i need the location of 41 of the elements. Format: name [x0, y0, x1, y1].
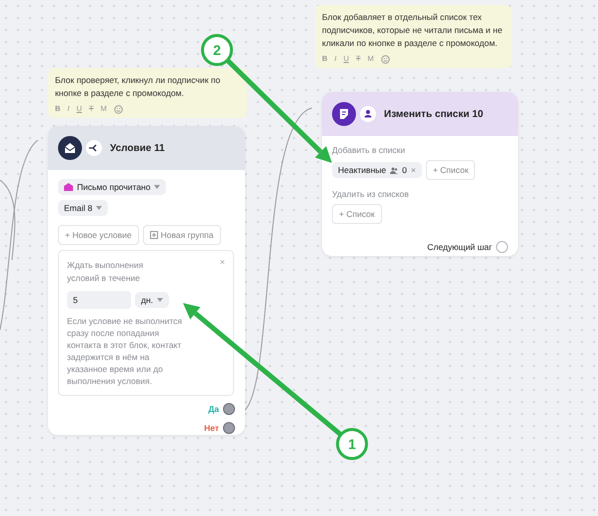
unit-dropdown[interactable]: дн.: [135, 292, 170, 308]
wait-hint: Если условие не выполнится сразу после попадания контакта в этот блок, контакт задержится в нём на указанное время или до выполнения условия.: [67, 315, 183, 387]
caret-icon: [157, 298, 164, 302]
new-group-button[interactable]: Новая группа: [142, 225, 221, 245]
node-title: Изменить списки 10: [384, 108, 484, 120]
document-icon: [332, 102, 356, 126]
condition-node[interactable]: [48, 126, 245, 435]
note-text: Блок добавляет в отдельный список тех подписчиков, которые не читали письма и не кликали по кнопке в разделе с промокодом.: [322, 11, 504, 50]
person-icon: [360, 106, 376, 122]
next-step-label: Следующий шаг: [427, 242, 492, 252]
caret-icon: [154, 185, 160, 189]
envelope-icon: [64, 183, 73, 191]
output-port[interactable]: [223, 422, 235, 434]
new-condition-button[interactable]: + Новое условие: [58, 225, 139, 245]
output-label: Да: [208, 404, 219, 414]
remove-icon[interactable]: ×: [410, 165, 416, 175]
add-list-button[interactable]: + Список: [426, 160, 476, 180]
envelope-icon: [58, 136, 82, 160]
emoji-icon[interactable]: [114, 104, 123, 114]
list-node[interactable]: Изменить списки 10 Добавить в списки Неактивные 0 × + Список Удалить из списков + Список Следующий шаг: [322, 92, 518, 256]
close-icon[interactable]: ×: [220, 257, 225, 267]
note-text: Блок проверяет, кликнул ли подписчик по кнопке в разделе с промокодом.: [55, 74, 222, 100]
section-label: Удалить из списков: [332, 189, 409, 199]
email-dropdown[interactable]: Email 8: [58, 200, 108, 216]
callout-badge: 1: [336, 428, 368, 460]
branch-icon: [86, 140, 102, 156]
section-label: Добавить в списки: [332, 145, 406, 155]
callout-badge: 2: [201, 34, 233, 66]
add-list-button[interactable]: + Список: [332, 204, 382, 224]
people-icon: [390, 166, 398, 174]
output-label: Нет: [204, 423, 219, 433]
group-icon: [150, 231, 158, 239]
wait-title: Ждать выполнения условий в течение: [67, 259, 144, 285]
list-tag[interactable]: Неактивные 0 ×: [332, 162, 422, 178]
output-port[interactable]: [496, 241, 508, 253]
event-dropdown[interactable]: Письмо прочитано: [58, 179, 166, 195]
node-title: Условие 11: [110, 142, 165, 154]
emoji-icon[interactable]: [380, 54, 390, 64]
duration-input[interactable]: 5: [67, 291, 131, 309]
output-port[interactable]: [223, 403, 235, 415]
caret-icon: [96, 206, 102, 210]
